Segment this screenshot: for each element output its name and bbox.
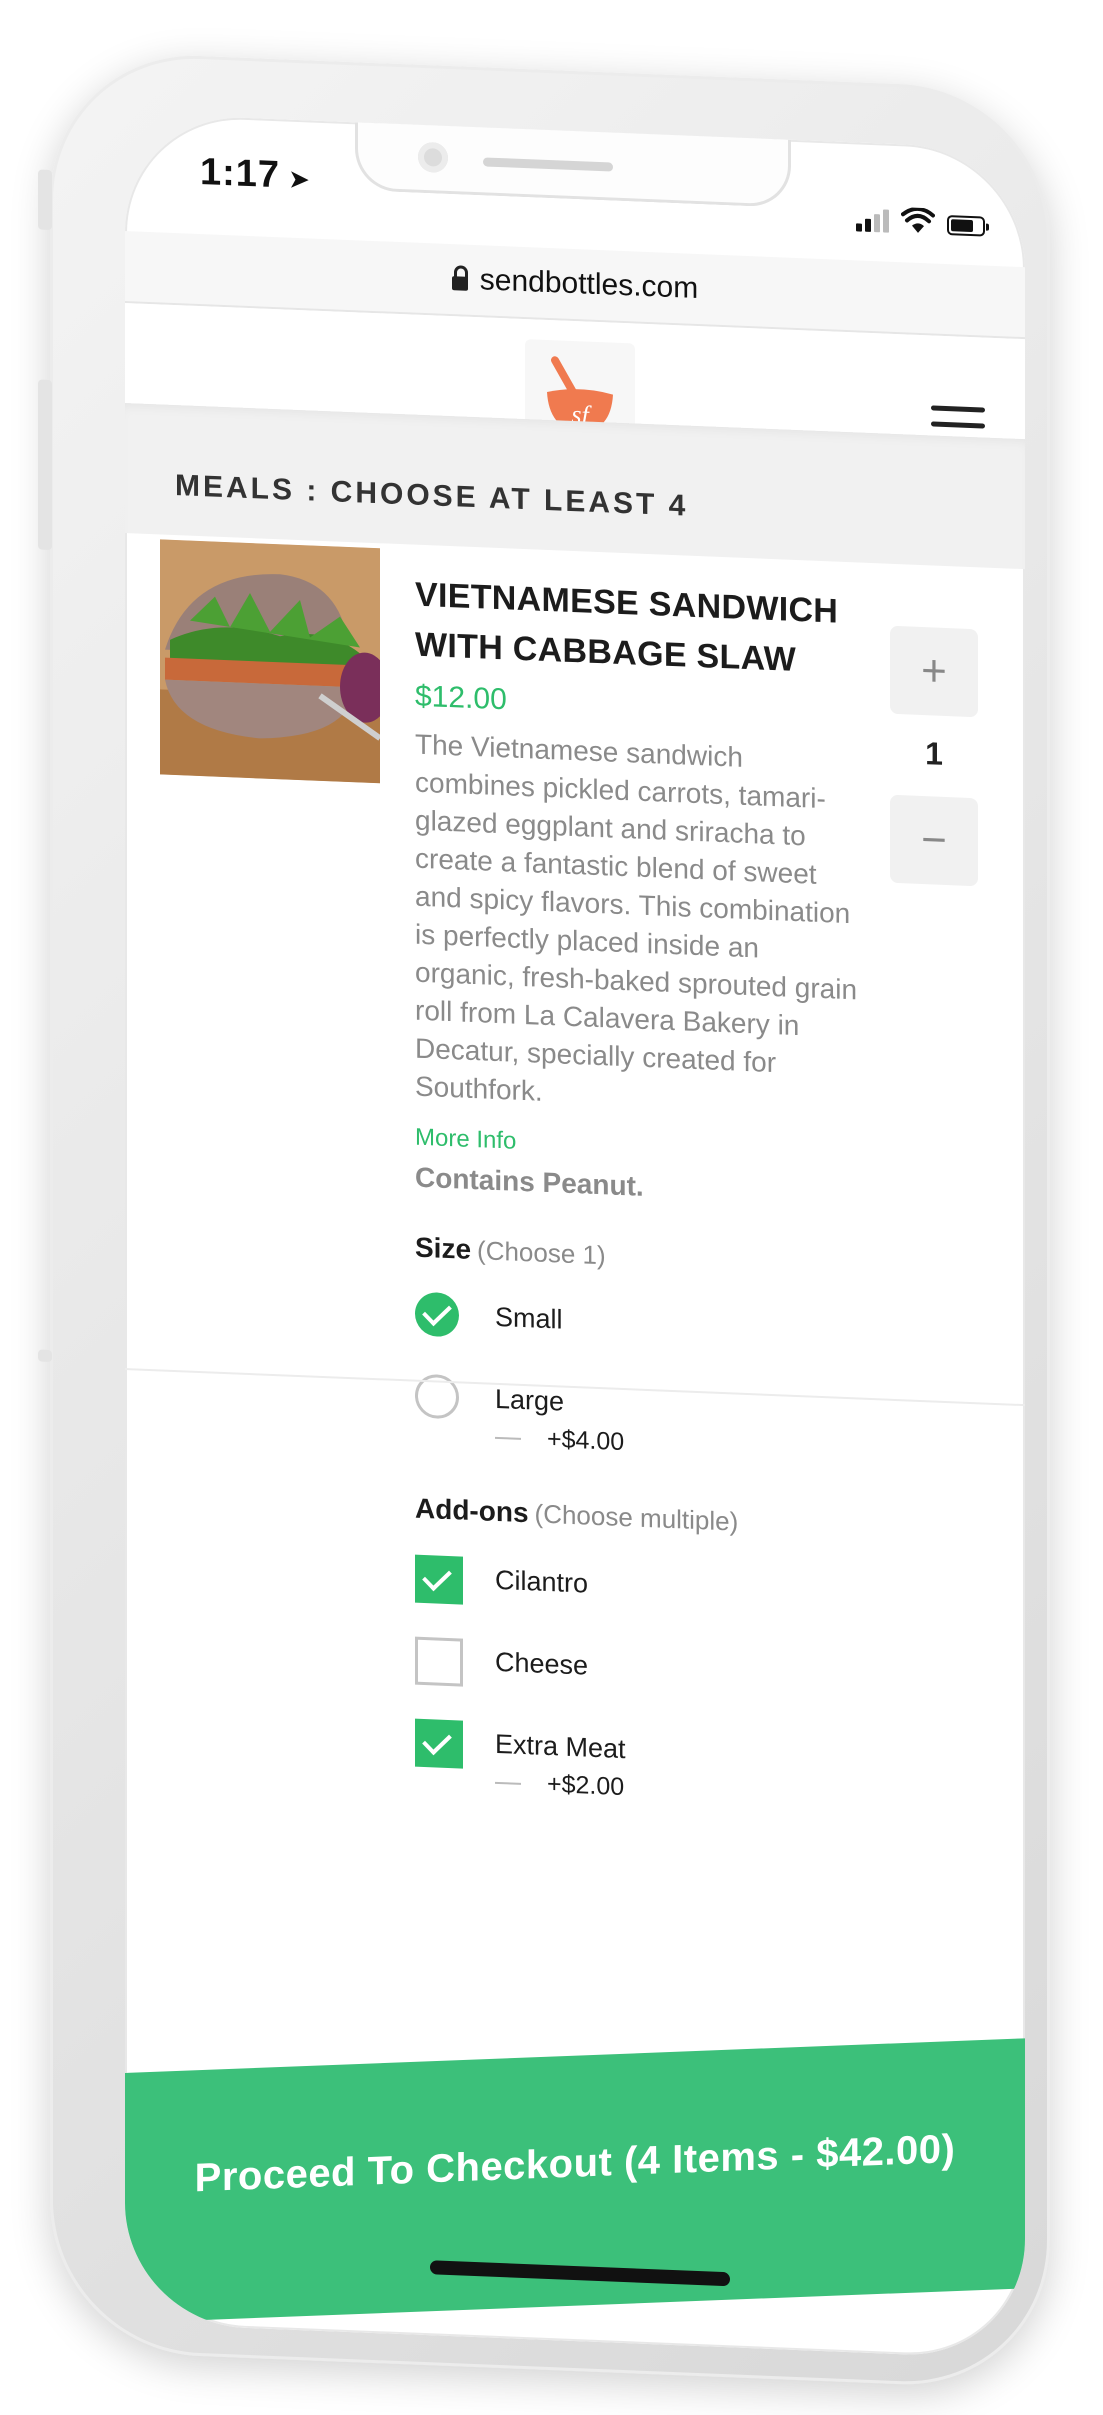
size-group-title: Size (Choose 1) xyxy=(415,1232,865,1282)
meal-card: VIETNAMESE SANDWICH WITH CABBAGE SLAW $1… xyxy=(125,533,1025,1801)
quantity-stepper: + 1 − xyxy=(890,625,978,887)
lock-icon xyxy=(451,276,468,291)
check-icon xyxy=(422,1296,452,1327)
addons-label: Add-ons xyxy=(415,1492,529,1529)
meal-details: VIETNAMESE SANDWICH WITH CABBAGE SLAW $1… xyxy=(415,570,865,1812)
checkbox-checked-icon[interactable] xyxy=(415,1718,463,1769)
size-label: Size xyxy=(415,1231,472,1265)
checkbox-unchecked-icon[interactable] xyxy=(415,1636,463,1687)
side-button-volume-down xyxy=(38,1349,52,1363)
screen: 1:17 ➤ sendbottles.com sf MEALS: CHOOSE… xyxy=(125,113,1025,2360)
checkbox-checked-icon[interactable] xyxy=(415,1554,463,1605)
addon-option-extra-price: +$2.00 xyxy=(547,1769,625,1802)
cellular-signal-icon xyxy=(856,208,889,233)
check-icon xyxy=(422,1725,452,1756)
meal-image[interactable] xyxy=(160,539,380,784)
addon-option-label: Cilantro xyxy=(495,1564,589,1599)
sandwich-photo xyxy=(160,539,380,784)
minus-icon: − xyxy=(921,814,947,866)
camera-icon xyxy=(418,141,448,173)
notch xyxy=(355,122,791,208)
section-title: MEALS : CHOOSE AT LEAST 4 xyxy=(175,469,689,523)
addon-option-extra-meat[interactable]: Extra Meat +$2.00 xyxy=(415,1718,865,1812)
side-button-volume xyxy=(38,379,52,551)
checkout-button[interactable]: Proceed To Checkout (4 Items - $42.00) xyxy=(125,2038,1025,2324)
meal-description: The Vietnamese sandwich combines pickled… xyxy=(415,728,858,1107)
size-hint: (Choose 1) xyxy=(477,1235,606,1271)
meal-price: $12.00 xyxy=(415,679,507,717)
plus-icon: + xyxy=(921,645,947,697)
addon-option-label: Cheese xyxy=(495,1646,589,1681)
quantity-minus-button[interactable]: − xyxy=(890,794,978,887)
side-button-mute xyxy=(38,169,52,231)
more-info-link[interactable]: More Info xyxy=(415,1124,865,1170)
allergen-note: Contains Peanut. xyxy=(415,1161,644,1202)
size-option-small[interactable]: Small xyxy=(415,1291,865,1362)
addons-hint: (Choose multiple) xyxy=(534,1498,739,1537)
battery-icon xyxy=(947,215,985,237)
menu-line xyxy=(931,405,985,413)
quantity-value: 1 xyxy=(925,735,943,772)
size-option-label: Small xyxy=(495,1301,563,1335)
speaker-grille xyxy=(483,157,613,172)
addon-option-cheese[interactable]: Cheese xyxy=(415,1636,865,1707)
status-time: 1:17 ➤ xyxy=(200,151,311,198)
size-option-extra-price: +$4.00 xyxy=(547,1424,625,1457)
status-icons xyxy=(856,205,985,237)
menu-line xyxy=(931,421,985,429)
radio-selected-icon[interactable] xyxy=(415,1291,459,1338)
check-icon xyxy=(422,1561,452,1592)
size-option-large[interactable]: Large +$4.00 xyxy=(415,1373,865,1467)
quantity-plus-button[interactable]: + xyxy=(890,625,978,718)
meal-title: VIETNAMESE SANDWICH WITH CABBAGE SLAW xyxy=(415,575,839,679)
location-arrow-icon: ➤ xyxy=(288,163,311,195)
wifi-icon xyxy=(901,207,935,233)
phone-frame: 1:17 ➤ sendbottles.com sf MEALS: CHOOSE… xyxy=(38,50,1050,2391)
url-text: sendbottles.com xyxy=(479,263,699,306)
checkout-label: Proceed To Checkout (4 Items - $42.00) xyxy=(194,2127,956,2201)
status-time-text: 1:17 xyxy=(200,151,281,197)
addons-group-title: Add-ons (Choose multiple) xyxy=(415,1493,865,1543)
addon-option-cilantro[interactable]: Cilantro xyxy=(415,1554,865,1625)
